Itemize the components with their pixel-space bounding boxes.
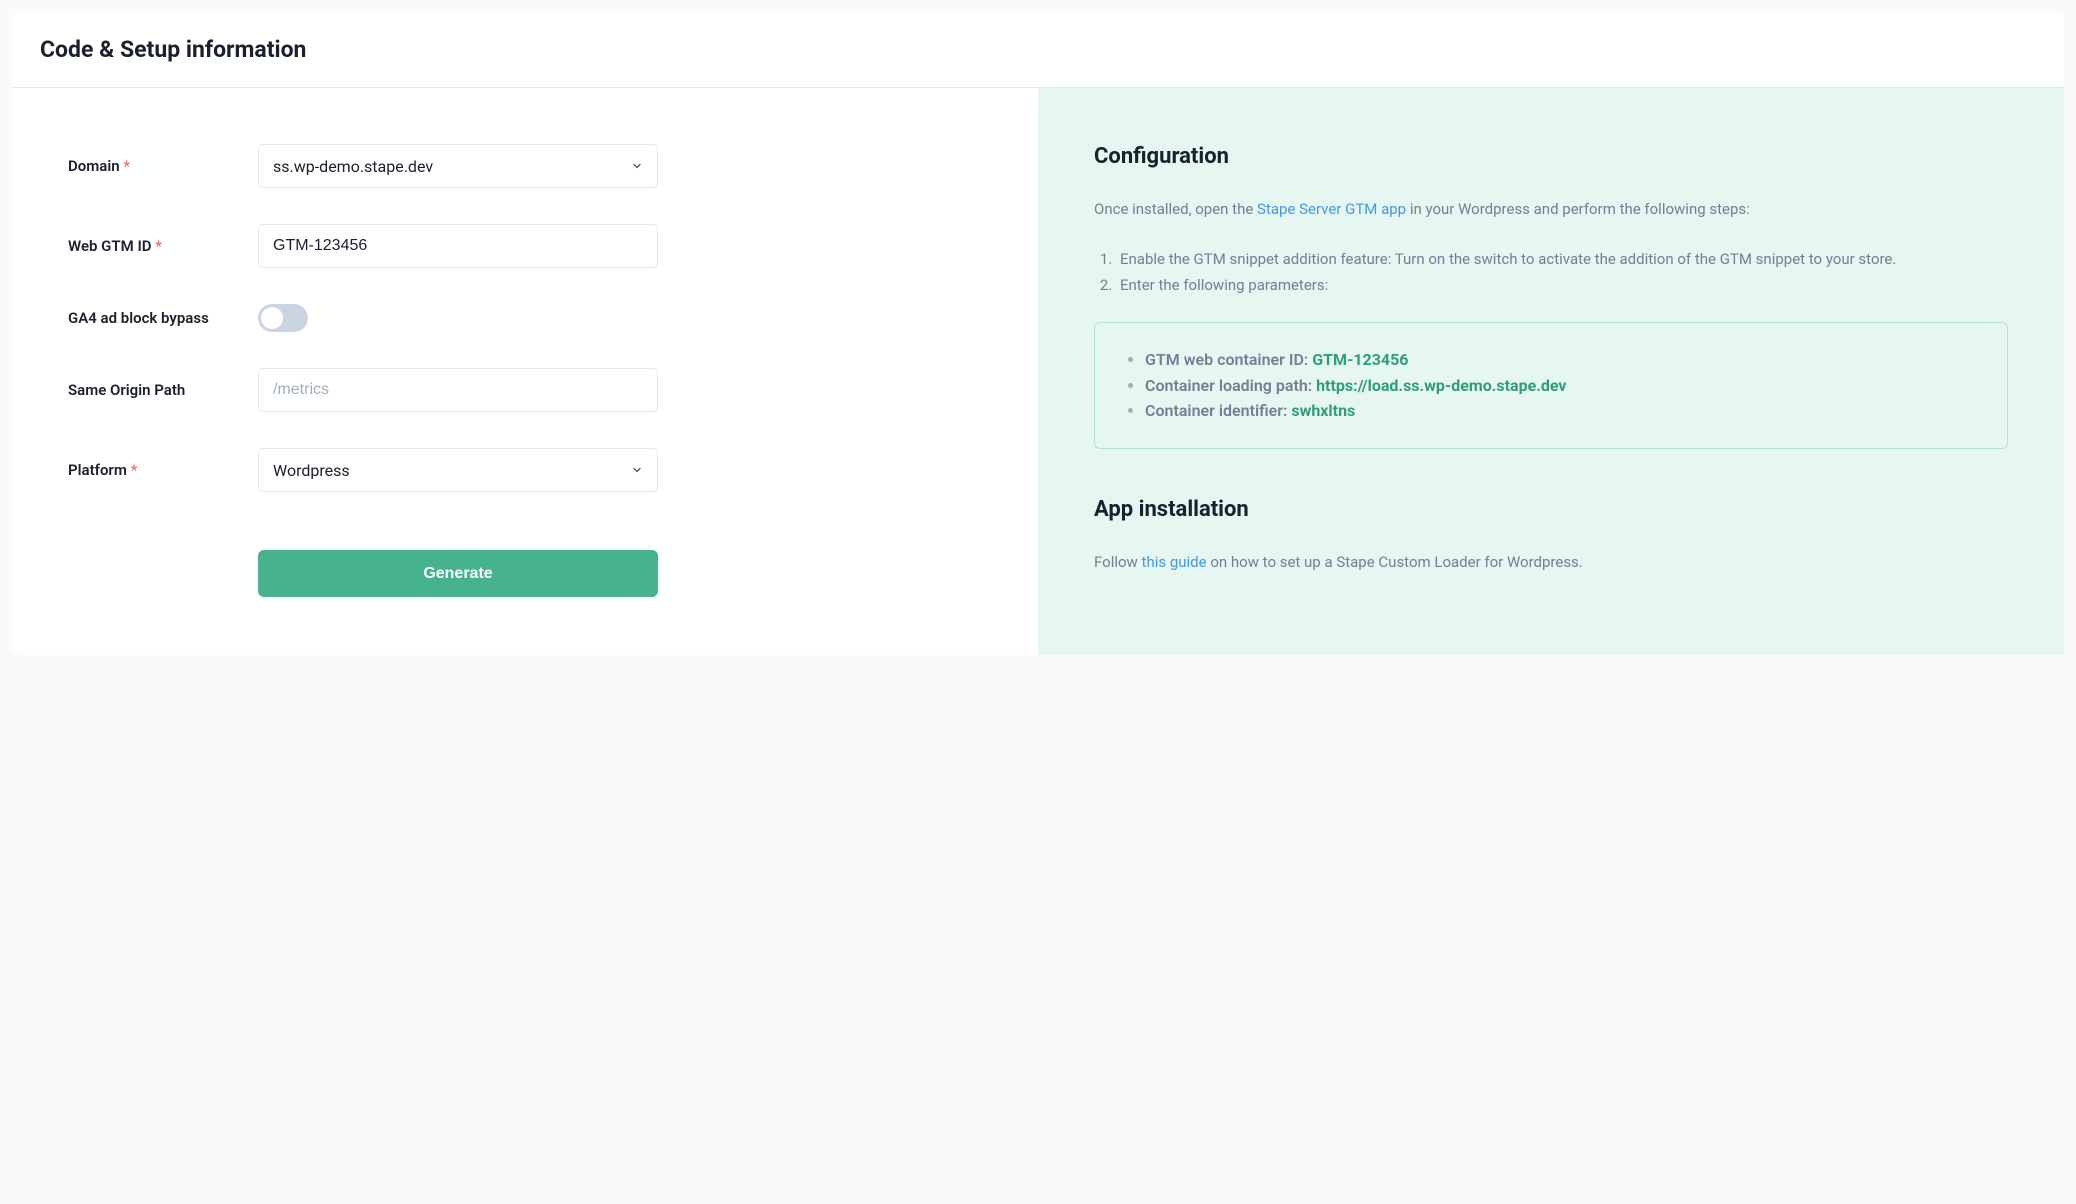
platform-select[interactable]: Wordpress: [258, 448, 658, 492]
param-gtm-value: GTM-123456: [1312, 350, 1408, 369]
setup-card: Code & Setup information Domain * ss.wp-…: [12, 12, 2064, 655]
config-step-2: Enter the following parameters:: [1116, 272, 2008, 298]
config-title: Configuration: [1094, 144, 2008, 169]
gtm-row: Web GTM ID *: [68, 224, 982, 268]
ga4-row: GA4 ad block bypass: [68, 304, 982, 332]
param-identifier: Container identifier: swhxltns: [1145, 398, 1977, 424]
install-text: Follow this guide on how to set up a Sta…: [1094, 550, 2008, 575]
chevron-down-icon: [631, 160, 643, 172]
param-box: GTM web container ID: GTM-123456 Contain…: [1094, 322, 2008, 449]
required-mark: *: [131, 461, 138, 479]
param-gtm: GTM web container ID: GTM-123456: [1145, 347, 1977, 373]
platform-row: Platform * Wordpress: [68, 448, 982, 492]
guide-link[interactable]: this guide: [1142, 553, 1207, 571]
same-origin-input[interactable]: [258, 368, 658, 412]
required-mark: *: [155, 237, 162, 255]
param-list: GTM web container ID: GTM-123456 Contain…: [1125, 347, 1977, 424]
gtm-input[interactable]: [258, 224, 658, 268]
toggle-knob: [261, 307, 283, 329]
config-intro: Once installed, open the Stape Server GT…: [1094, 197, 2008, 222]
same-origin-row: Same Origin Path: [68, 368, 982, 412]
form-panel: Domain * ss.wp-demo.stape.dev Web GTM ID…: [12, 88, 1038, 655]
platform-value: Wordpress: [273, 461, 350, 480]
gtm-label: Web GTM ID *: [68, 237, 258, 255]
card-body: Domain * ss.wp-demo.stape.dev Web GTM ID…: [12, 88, 2064, 655]
param-path: Container loading path: https://load.ss.…: [1145, 373, 1977, 399]
ga4-label: GA4 ad block bypass: [68, 309, 258, 327]
domain-row: Domain * ss.wp-demo.stape.dev: [68, 144, 982, 188]
generate-button[interactable]: Generate: [258, 550, 658, 597]
required-mark: *: [123, 157, 130, 175]
domain-value: ss.wp-demo.stape.dev: [273, 157, 433, 176]
domain-select[interactable]: ss.wp-demo.stape.dev: [258, 144, 658, 188]
domain-label: Domain *: [68, 157, 258, 175]
page-title: Code & Setup information: [40, 36, 2036, 63]
info-panel: Configuration Once installed, open the S…: [1038, 88, 2064, 655]
stape-app-link[interactable]: Stape Server GTM app: [1257, 200, 1406, 218]
config-step-1: Enable the GTM snippet addition feature:…: [1116, 246, 2008, 272]
same-origin-label: Same Origin Path: [68, 381, 258, 399]
platform-label: Platform *: [68, 461, 258, 479]
card-header: Code & Setup information: [12, 12, 2064, 88]
config-steps: Enable the GTM snippet addition feature:…: [1094, 246, 2008, 299]
install-title: App installation: [1094, 497, 2008, 522]
chevron-down-icon: [631, 464, 643, 476]
param-identifier-value: swhxltns: [1291, 401, 1355, 420]
param-path-value: https://load.ss.wp-demo.stape.dev: [1316, 376, 1566, 395]
ga4-toggle[interactable]: [258, 304, 308, 332]
